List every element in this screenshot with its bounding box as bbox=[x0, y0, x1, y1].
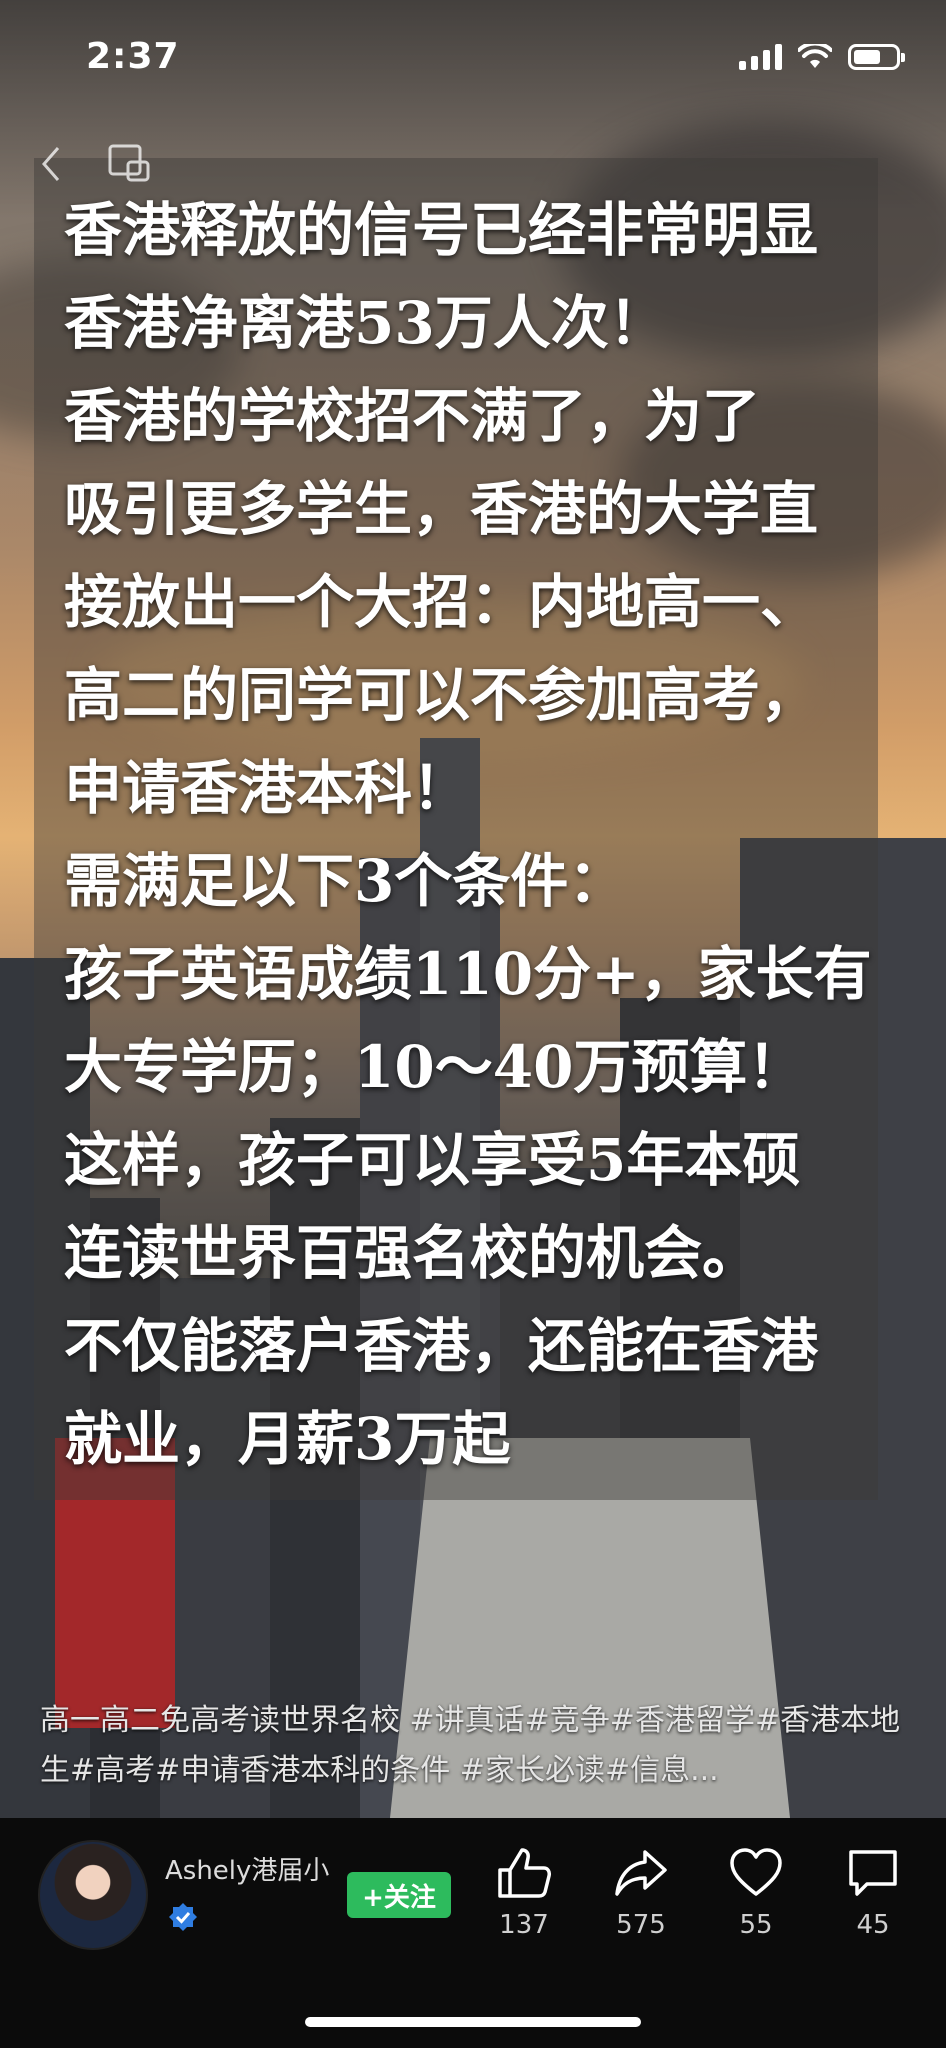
thumbs-up-icon bbox=[498, 1848, 551, 1898]
avatar[interactable] bbox=[38, 1840, 148, 1950]
home-indicator[interactable] bbox=[305, 2017, 641, 2027]
author-name[interactable]: Ashely港届小 bbox=[165, 1850, 340, 1887]
favorite-button[interactable]: 55 bbox=[716, 1846, 796, 1940]
battery-icon bbox=[848, 44, 905, 70]
share-button[interactable]: 575 bbox=[601, 1846, 681, 1940]
verified-badge-icon bbox=[169, 1903, 197, 1931]
like-count: 137 bbox=[499, 1910, 549, 1940]
favorite-count: 55 bbox=[739, 1910, 773, 1940]
status-icons bbox=[739, 44, 905, 70]
overlay-text: 香港释放的信号已经非常明显 香港净离港53万人次！ 香港的学校招不满了，为了 吸… bbox=[64, 196, 872, 1473]
top-controls bbox=[36, 142, 152, 186]
comment-count: 45 bbox=[856, 1910, 890, 1940]
bottom-action-bar: Ashely港届小 +关注 137 575 55 45 bbox=[0, 1818, 946, 2048]
heart-icon bbox=[730, 1848, 782, 1896]
back-icon[interactable] bbox=[36, 142, 66, 186]
share-icon bbox=[615, 1850, 667, 1896]
comment-icon bbox=[849, 1850, 897, 1896]
status-time: 2:37 bbox=[86, 36, 180, 77]
follow-button[interactable]: +关注 bbox=[347, 1872, 451, 1918]
cellular-signal-icon bbox=[739, 44, 782, 70]
wifi-icon bbox=[798, 44, 832, 68]
video-caption[interactable]: 高一高二免高考读世界名校 #讲真话#竞争#香港留学#香港本地生#高考#申请香港本… bbox=[40, 1696, 910, 1796]
pip-icon[interactable] bbox=[106, 142, 152, 186]
status-bar: 2:37 bbox=[0, 0, 946, 120]
comment-button[interactable]: 45 bbox=[833, 1846, 913, 1940]
share-count: 575 bbox=[616, 1910, 666, 1940]
like-button[interactable]: 137 bbox=[484, 1846, 564, 1940]
